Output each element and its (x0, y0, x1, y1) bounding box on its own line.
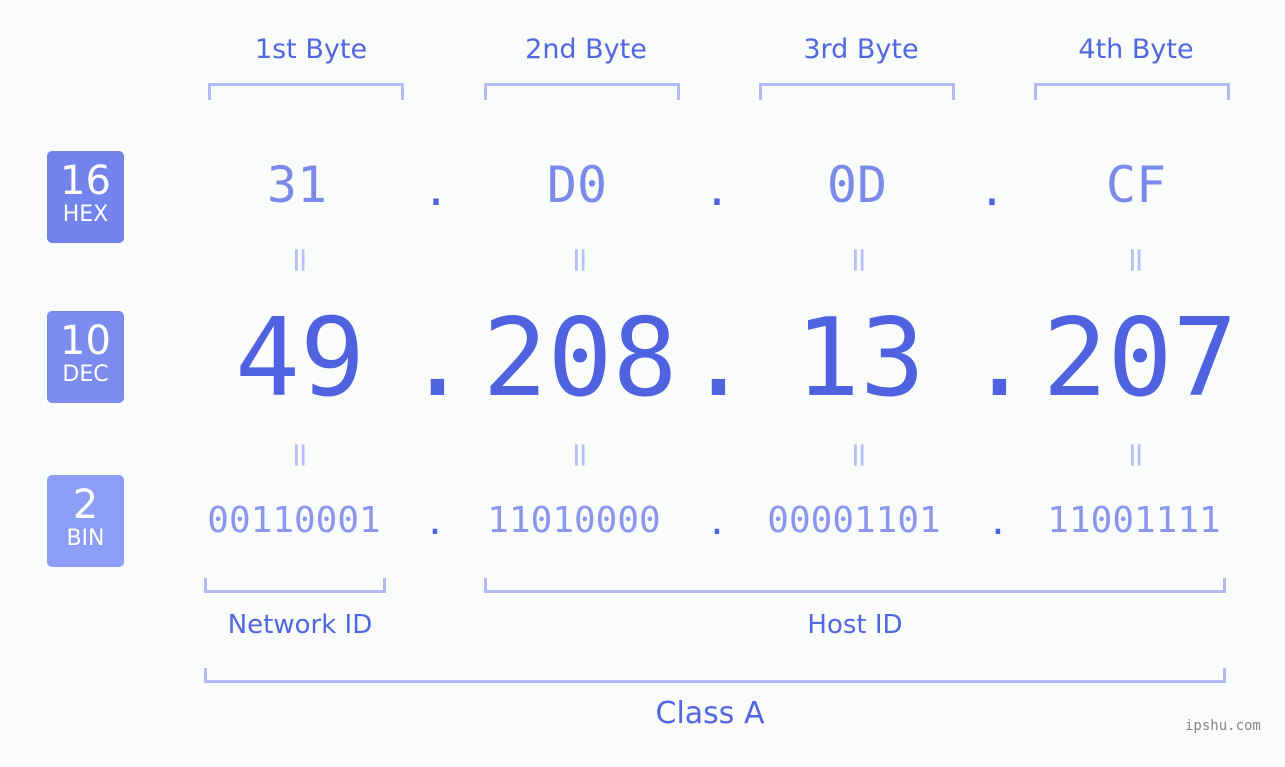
bin-base-number: 2 (72, 482, 99, 528)
byte-bracket-3 (759, 83, 955, 100)
host-id-label: Host ID (807, 610, 903, 640)
hex-byte-3: 0D (826, 156, 888, 214)
equals-sign: = (1116, 440, 1156, 470)
hex-dot-2: . (703, 165, 731, 216)
bin-byte-3: 00001101 (767, 500, 941, 541)
hex-base-label: HEX (62, 202, 109, 227)
hex-badge: 16 HEX (47, 151, 124, 243)
class-bracket (204, 668, 1226, 683)
dec-dot-1: . (405, 296, 471, 421)
network-id-label: Network ID (227, 610, 373, 640)
byte-label-4: 4th Byte (1078, 34, 1194, 65)
dec-base-label: DEC (62, 362, 109, 387)
hex-dot-1: . (422, 165, 450, 216)
byte-bracket-2 (484, 83, 680, 100)
dec-base-number: 10 (60, 318, 111, 364)
dec-dot-2: . (686, 296, 752, 421)
bin-badge: 2 BIN (47, 475, 124, 567)
bin-dot-2: . (706, 502, 728, 543)
site-watermark: ipshu.com (1185, 718, 1261, 734)
dec-badge: 10 DEC (47, 311, 124, 403)
equals-sign: = (1116, 245, 1156, 275)
dec-byte-1: 49 (234, 296, 366, 421)
equals-sign: = (560, 440, 600, 470)
bin-dot-1: . (424, 502, 446, 543)
host-id-bracket (484, 578, 1226, 593)
byte-bracket-4 (1034, 83, 1230, 100)
equals-sign: = (280, 440, 320, 470)
dec-dot-3: . (967, 296, 1033, 421)
bin-byte-4: 11001111 (1047, 500, 1221, 541)
equals-sign: = (560, 245, 600, 275)
equals-sign: = (280, 245, 320, 275)
byte-bracket-1 (208, 83, 404, 100)
hex-dot-3: . (978, 165, 1006, 216)
byte-label-2: 2nd Byte (525, 34, 647, 65)
bin-byte-1: 00110001 (207, 500, 381, 541)
network-id-bracket (204, 578, 386, 593)
bin-byte-2: 11010000 (487, 500, 661, 541)
dec-byte-4: 207 (1042, 296, 1238, 421)
hex-byte-2: D0 (546, 156, 608, 214)
bin-dot-3: . (987, 502, 1009, 543)
equals-sign: = (839, 245, 879, 275)
hex-byte-1: 31 (266, 156, 328, 214)
class-label: Class A (655, 696, 765, 731)
byte-label-1: 1st Byte (254, 34, 368, 65)
dec-byte-2: 208 (482, 296, 678, 421)
bin-base-label: BIN (66, 526, 105, 551)
byte-label-3: 3rd Byte (803, 34, 919, 65)
dec-byte-3: 13 (794, 296, 926, 421)
hex-byte-4: CF (1105, 156, 1167, 214)
equals-sign: = (839, 440, 879, 470)
hex-base-number: 16 (60, 158, 111, 204)
